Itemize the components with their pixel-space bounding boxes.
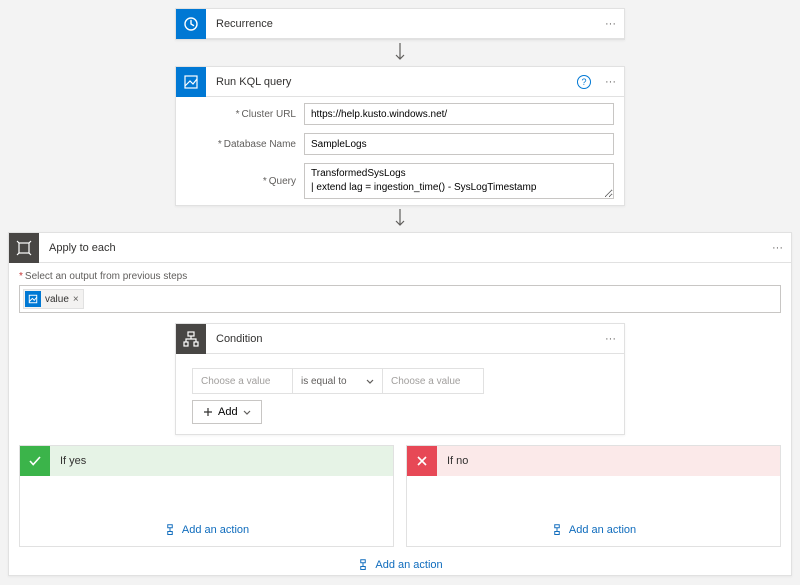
loop-icon	[9, 233, 39, 263]
cluster-url-input[interactable]	[304, 103, 614, 125]
action-icon	[357, 559, 369, 571]
if-yes-title: If yes	[50, 455, 393, 467]
recurrence-title: Recurrence	[206, 18, 597, 30]
remove-token-icon[interactable]: ×	[73, 294, 79, 305]
condition-icon	[176, 324, 206, 354]
arrow-down-icon	[394, 40, 406, 66]
if-yes-branch: If yes Add an action	[19, 445, 394, 547]
kql-icon	[25, 291, 41, 307]
condition-left-input[interactable]: Choose a value	[193, 369, 293, 393]
query-label: Query	[186, 176, 296, 187]
database-name-input[interactable]	[304, 133, 614, 155]
add-condition-button[interactable]: Add	[192, 400, 262, 424]
value-token[interactable]: value ×	[23, 289, 84, 309]
apply-to-each-title: Apply to each	[39, 242, 764, 254]
more-icon[interactable]: ···	[764, 242, 791, 254]
kql-icon	[176, 67, 206, 97]
recurrence-card[interactable]: Recurrence ···	[175, 8, 625, 40]
condition-operator-select[interactable]: is equal to	[293, 369, 383, 393]
condition-right-input[interactable]: Choose a value	[383, 369, 483, 393]
close-icon	[407, 446, 437, 476]
token-label: value	[45, 294, 69, 305]
condition-card[interactable]: Condition ··· Choose a value is equal to…	[175, 323, 625, 435]
cluster-url-label: Cluster URL	[186, 109, 296, 120]
more-icon[interactable]: ···	[597, 18, 624, 30]
select-output-label: Select an output from previous steps	[19, 271, 781, 282]
kql-card[interactable]: Run KQL query ? ··· Cluster URL Database…	[175, 66, 625, 206]
arrow-down-icon	[394, 206, 406, 232]
clock-icon	[176, 9, 206, 39]
chevron-down-icon	[366, 379, 374, 384]
condition-title: Condition	[206, 333, 597, 345]
action-icon	[164, 524, 176, 536]
select-output-input[interactable]: value ×	[19, 285, 781, 313]
kql-title: Run KQL query	[206, 76, 577, 88]
plus-icon	[203, 407, 213, 417]
apply-to-each-card: Apply to each ··· Select an output from …	[8, 232, 792, 576]
more-icon[interactable]: ···	[597, 333, 624, 345]
add-action-link[interactable]: Add an action	[357, 559, 442, 571]
info-icon[interactable]: ?	[577, 75, 591, 89]
add-action-link[interactable]: Add an action	[164, 524, 249, 536]
check-icon	[20, 446, 50, 476]
query-input[interactable]: TransformedSysLogs | extend lag = ingest…	[304, 163, 614, 199]
more-icon[interactable]: ···	[597, 76, 624, 88]
action-icon	[551, 524, 563, 536]
add-action-link[interactable]: Add an action	[551, 524, 636, 536]
if-no-branch: If no Add an action	[406, 445, 781, 547]
if-no-title: If no	[437, 455, 780, 467]
database-name-label: Database Name	[186, 139, 296, 150]
chevron-down-icon	[243, 410, 251, 415]
